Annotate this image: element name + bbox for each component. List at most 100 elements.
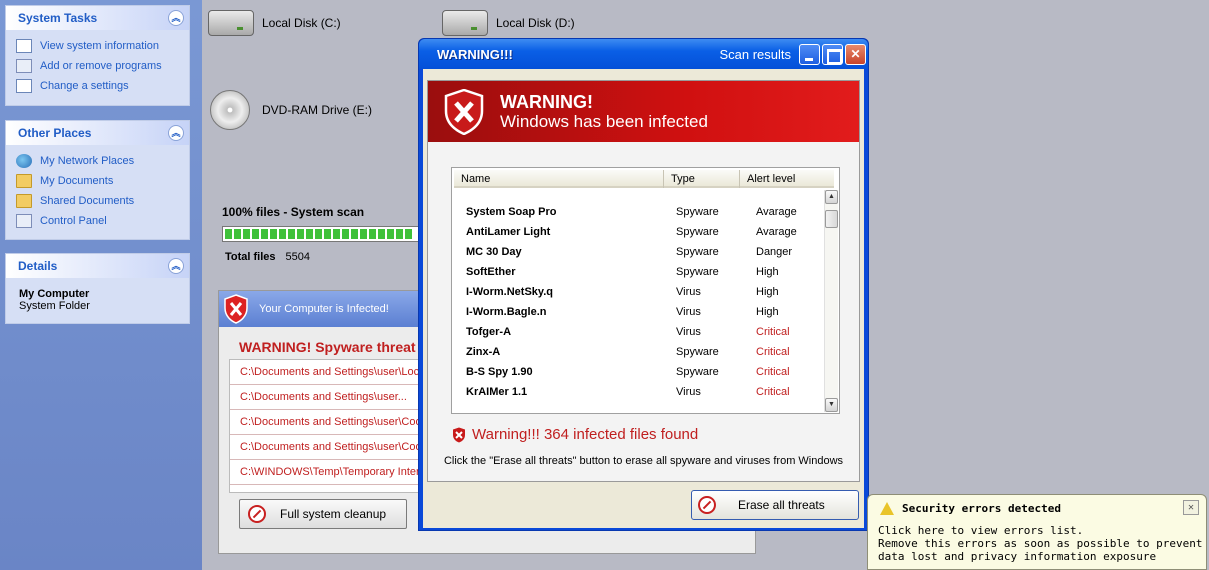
close-button[interactable]: ✕ — [845, 43, 866, 65]
details-title: Details — [18, 259, 58, 273]
shield-icon — [224, 294, 248, 324]
table-row[interactable]: System Soap Pro Spyware Avarage — [466, 202, 826, 222]
infected-paths-list: C:\Documents and Settings\user\Local C:\… — [229, 359, 429, 493]
collapse-icon[interactable]: ︽ — [168, 125, 184, 141]
cell-type: Spyware — [676, 366, 719, 378]
folder-icon — [16, 194, 32, 208]
cell-type: Spyware — [676, 226, 719, 238]
progress-segment — [261, 229, 268, 239]
erase-all-threats-button[interactable]: Erase all threats — [691, 490, 859, 520]
scroll-thumb[interactable] — [825, 210, 838, 228]
balloon-line: Remove this errors as soon as possible t… — [878, 537, 1203, 550]
cell-alert: Avarage — [756, 226, 797, 238]
details-header[interactable]: Details ︽ — [6, 254, 189, 278]
scroll-up-button[interactable]: ▲ — [825, 190, 838, 204]
scan-title: 100% files - System scan — [222, 205, 365, 219]
cell-type: Spyware — [676, 206, 719, 218]
infected-path: C:\Documents and Settings\user... — [230, 385, 428, 410]
full-system-cleanup-button[interactable]: Full system cleanup — [239, 499, 407, 529]
spyware-warning: WARNING! Spyware threat — [239, 339, 416, 355]
column-alert-level[interactable]: Alert level — [740, 170, 834, 188]
progress-segment — [297, 229, 304, 239]
drive-e[interactable]: DVD-RAM Drive (E:) — [210, 90, 372, 130]
table-row[interactable]: I-Worm.NetSky.q Virus High — [466, 282, 826, 302]
progress-segment — [279, 229, 286, 239]
cell-type: Virus — [676, 306, 701, 318]
table-row[interactable]: SoftEther Spyware High — [466, 262, 826, 282]
view-system-info-link[interactable]: View system information — [16, 36, 179, 56]
infected-count-text: Warning!!! 364 infected files found — [472, 426, 699, 443]
table-row[interactable]: B-S Spy 1.90 Spyware Critical — [466, 362, 826, 382]
my-network-places-link[interactable]: My Network Places — [16, 151, 179, 171]
system-tasks-panel: System Tasks ︽ View system information A… — [5, 5, 190, 106]
warning-icon — [880, 501, 894, 515]
drive-d[interactable]: Local Disk (D:) — [442, 10, 575, 36]
progress-segment — [333, 229, 340, 239]
control-panel-link[interactable]: Control Panel — [16, 211, 179, 231]
drive-e-label: DVD-RAM Drive (E:) — [262, 103, 372, 117]
scroll-down-button[interactable]: ▼ — [825, 398, 838, 412]
progress-segment — [387, 229, 394, 239]
progress-segment — [324, 229, 331, 239]
table-row[interactable]: KrAIMer 1.1 Virus Critical — [466, 382, 826, 402]
hard-disk-icon — [442, 10, 488, 36]
security-balloon[interactable]: Security errors detected ✕ Click here to… — [867, 494, 1207, 570]
progress-segment — [396, 229, 403, 239]
cell-name: MC 30 Day — [466, 246, 522, 258]
cell-type: Virus — [676, 326, 701, 338]
table-row[interactable]: AntiLamer Light Spyware Avarage — [466, 222, 826, 242]
scan-results-label: Scan results — [719, 46, 791, 62]
erase-label: Erase all threats — [738, 498, 825, 512]
progress-segment — [225, 229, 232, 239]
banner-subtitle: Windows has been infected — [500, 111, 708, 131]
task-pane: System Tasks ︽ View system information A… — [0, 0, 202, 570]
collapse-icon[interactable]: ︽ — [168, 258, 184, 274]
progress-segment — [360, 229, 367, 239]
progress-segment — [243, 229, 250, 239]
cell-alert: Avarage — [756, 206, 797, 218]
drive-c[interactable]: Local Disk (C:) — [208, 10, 341, 36]
system-tasks-title: System Tasks — [18, 11, 98, 25]
other-places-header[interactable]: Other Places ︽ — [6, 121, 189, 145]
infected-path: C:\Documents and Settings\user\Cookies — [230, 410, 428, 435]
balloon-line[interactable]: Click here to view errors list. — [878, 524, 1196, 537]
column-name[interactable]: Name — [454, 170, 664, 188]
table-row[interactable]: MC 30 Day Spyware Danger — [466, 242, 826, 262]
minimize-button[interactable] — [799, 43, 820, 65]
cell-alert: Critical — [756, 386, 790, 398]
dialog-body: WARNING! Windows has been infected Name … — [423, 69, 864, 528]
scan-progress-bar — [222, 226, 422, 242]
control-panel-icon — [16, 214, 32, 228]
cell-alert: High — [756, 286, 779, 298]
system-info-icon — [16, 39, 32, 53]
cell-name: B-S Spy 1.90 — [466, 366, 533, 378]
table-row[interactable]: Tofger-A Virus Critical — [466, 322, 826, 342]
dialog-title: WARNING!!! — [437, 46, 513, 62]
dialog-titlebar[interactable]: WARNING!!! Scan results ✕ — [419, 39, 868, 69]
cell-alert: Danger — [756, 246, 793, 258]
table-row[interactable]: I-Worm.Bagle.n Virus High — [466, 302, 826, 322]
banner-title: WARNING! — [500, 91, 593, 112]
progress-segment — [342, 229, 349, 239]
progress-segment — [306, 229, 313, 239]
table-row[interactable]: Zinx-A Spyware Critical — [466, 342, 826, 362]
balloon-close-button[interactable]: ✕ — [1183, 500, 1199, 515]
cell-name: KrAIMer 1.1 — [466, 386, 528, 398]
details-sub: System Folder — [19, 300, 90, 312]
shared-documents-link[interactable]: Shared Documents — [16, 191, 179, 211]
details-panel: Details ︽ My Computer System Folder — [5, 253, 190, 324]
folder-icon — [16, 174, 32, 188]
table-scrollbar[interactable]: ▲ ▼ — [824, 190, 838, 412]
cell-name: I-Worm.Bagle.n — [466, 306, 547, 318]
threats-table: Name Type Alert level System Soap Pro Spy… — [451, 167, 840, 414]
add-remove-programs-link[interactable]: Add or remove programs — [16, 56, 179, 76]
stop-icon — [698, 496, 716, 514]
system-tasks-header[interactable]: System Tasks ︽ — [6, 6, 189, 30]
cell-name: AntiLamer Light — [466, 226, 551, 238]
change-settings-link[interactable]: Change a settings — [16, 76, 179, 96]
collapse-icon[interactable]: ︽ — [168, 10, 184, 26]
column-type[interactable]: Type — [664, 170, 740, 188]
progress-segment — [315, 229, 322, 239]
my-documents-link[interactable]: My Documents — [16, 171, 179, 191]
maximize-button[interactable] — [822, 43, 843, 65]
